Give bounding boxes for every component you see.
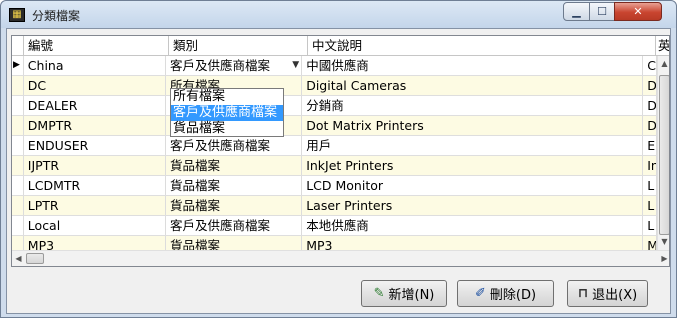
category-dropdown-list[interactable]: 所有檔案 客戶及供應商檔案 貨品檔案 (170, 88, 284, 137)
cell-code[interactable]: LCDMTR (24, 176, 166, 195)
cell-english[interactable]: E (643, 136, 657, 155)
column-header-category[interactable]: 類別 (169, 36, 308, 56)
app-grid-icon: ▦ (9, 8, 25, 22)
exit-door-icon: ⊓ (577, 286, 589, 301)
row-indicator-header (12, 36, 24, 56)
dropdown-option-selected[interactable]: 客戶及供應商檔案 (171, 105, 283, 121)
cell-desc[interactable]: LCD Monitor (302, 176, 644, 195)
cell-code[interactable]: ENDUSER (24, 136, 166, 155)
cell-english[interactable]: D (643, 96, 657, 115)
cell-code[interactable]: LPTR (24, 196, 166, 215)
data-grid: 編號 類別 中文說明 英 ▶ China 客戶及供應商檔案 ▼ 中國供應商 C (11, 35, 670, 267)
vertical-scroll-thumb[interactable] (659, 75, 669, 235)
scroll-up-icon[interactable]: ▲ (658, 56, 669, 72)
cell-desc[interactable]: Digital Cameras (302, 76, 644, 95)
horizontal-scroll-thumb[interactable] (26, 253, 44, 264)
cell-code[interactable]: DC (24, 76, 166, 95)
exit-button[interactable]: ⊓ 退出(X) (567, 280, 648, 307)
horizontal-scrollbar[interactable]: ◀ ▶ (12, 250, 669, 266)
cell-category[interactable]: 客戶及供應商檔案 (166, 136, 303, 155)
current-row-indicator: ▶ (12, 56, 24, 75)
table-row[interactable]: DMPTR Dot Matrix Printers D (12, 116, 657, 136)
cell-category[interactable]: 貨品檔案 (166, 156, 303, 175)
column-header-english[interactable]: 英 (656, 36, 669, 56)
cell-desc[interactable]: 本地供應商 (302, 216, 644, 235)
cell-desc[interactable]: 分銷商 (302, 96, 644, 115)
cell-code[interactable]: DMPTR (24, 116, 166, 135)
scroll-right-icon[interactable]: ▶ (658, 251, 669, 266)
cell-code[interactable]: Local (24, 216, 166, 235)
window: ▦ 分類檔案 ▁ ☐ ✕ 編號 類別 中文說明 英 ▶ China 客戶及供應商… (0, 0, 677, 318)
cell-category[interactable]: 貨品檔案 (166, 196, 303, 215)
delete-button-label: 刪除(D) (489, 288, 537, 303)
window-title: 分類檔案 (32, 9, 81, 23)
column-header-code[interactable]: 編號 (24, 36, 169, 56)
add-button[interactable]: ✎ 新增(N) (361, 280, 447, 307)
cell-desc[interactable]: 中國供應商 (302, 56, 644, 75)
cell-code[interactable]: China (24, 56, 166, 75)
cell-desc[interactable]: InkJet Printers (302, 156, 644, 175)
grid-header: 編號 類別 中文說明 英 (12, 36, 669, 56)
table-row[interactable]: ENDUSER 客戶及供應商檔案 用戶 E (12, 136, 657, 156)
cell-english[interactable]: D (643, 76, 657, 95)
exit-button-label: 退出(X) (592, 288, 638, 303)
table-row[interactable]: DEALER 分銷商 D (12, 96, 657, 116)
client-area: 編號 類別 中文說明 英 ▶ China 客戶及供應商檔案 ▼ 中國供應商 C (6, 28, 671, 314)
maximize-button[interactable]: ☐ (589, 2, 615, 21)
table-row[interactable]: LCDMTR 貨品檔案 LCD Monitor L (12, 176, 657, 196)
dropdown-option[interactable]: 所有檔案 (171, 89, 283, 105)
add-record-icon: ✎ (373, 286, 385, 301)
cell-desc[interactable]: 用戶 (302, 136, 644, 155)
scroll-left-icon[interactable]: ◀ (12, 251, 25, 266)
table-row[interactable]: IJPTR 貨品檔案 InkJet Printers In (12, 156, 657, 176)
cell-desc[interactable]: Laser Printers (302, 196, 644, 215)
minimize-button[interactable]: ▁ (563, 2, 590, 21)
title-bar[interactable]: ▦ 分類檔案 ▁ ☐ ✕ (1, 1, 676, 28)
cell-english[interactable]: L (643, 176, 657, 195)
cell-category[interactable]: 貨品檔案 (166, 176, 303, 195)
dropdown-option[interactable]: 貨品檔案 (171, 121, 283, 136)
grid-rows: ▶ China 客戶及供應商檔案 ▼ 中國供應商 C DC 所有檔案 Digit… (12, 56, 657, 256)
delete-button[interactable]: ✐ 刪除(D) (457, 280, 554, 307)
table-row[interactable]: DC 所有檔案 Digital Cameras D (12, 76, 657, 96)
cell-code[interactable]: IJPTR (24, 156, 166, 175)
combobox-value: 客戶及供應商檔案 (169, 58, 270, 73)
cell-english[interactable]: D (643, 116, 657, 135)
table-row[interactable]: ▶ China 客戶及供應商檔案 ▼ 中國供應商 C (12, 56, 657, 76)
add-button-label: 新增(N) (388, 288, 435, 303)
delete-icon: ✐ (474, 286, 486, 301)
cell-code[interactable]: DEALER (24, 96, 166, 115)
cell-english[interactable]: L (643, 196, 657, 215)
vertical-scrollbar[interactable]: ▲ ▼ (657, 56, 669, 250)
cell-english[interactable]: L (643, 216, 657, 235)
table-row[interactable]: LPTR 貨品檔案 Laser Printers L (12, 196, 657, 216)
cell-category[interactable]: 客戶及供應商檔案 (166, 216, 303, 235)
chevron-down-icon[interactable]: ▼ (292, 56, 299, 75)
cell-english[interactable]: In (643, 156, 657, 175)
cell-desc[interactable]: Dot Matrix Printers (302, 116, 644, 135)
close-button[interactable]: ✕ (614, 2, 662, 21)
column-header-chinese-desc[interactable]: 中文說明 (308, 36, 656, 56)
cell-english[interactable]: C (643, 56, 657, 75)
table-row[interactable]: Local 客戶及供應商檔案 本地供應商 L (12, 216, 657, 236)
scroll-down-icon[interactable]: ▼ (658, 234, 669, 250)
category-combobox[interactable]: 客戶及供應商檔案 ▼ (166, 56, 303, 75)
